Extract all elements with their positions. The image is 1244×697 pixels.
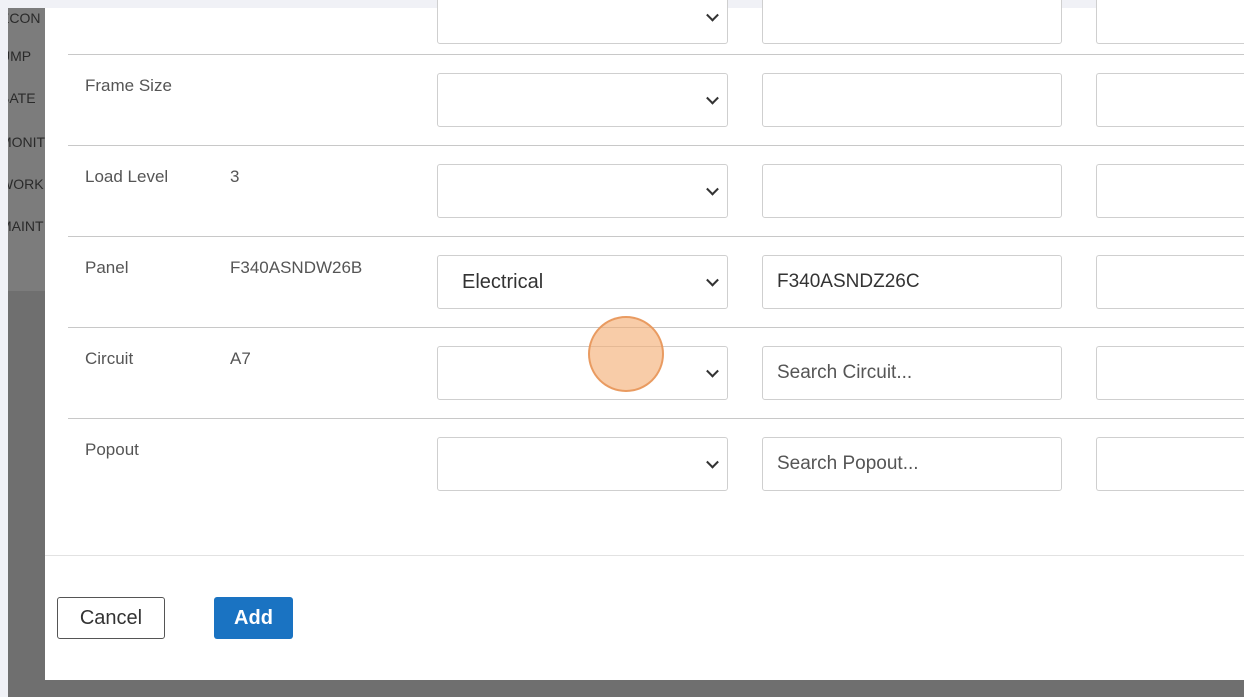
chevron-down-icon <box>706 364 719 378</box>
row-select[interactable] <box>437 0 728 44</box>
field-label-circuit: Circuit <box>85 349 134 368</box>
chevron-down-icon <box>706 8 719 22</box>
field-label-load-level: Load Level <box>85 167 169 186</box>
chevron-down-icon <box>706 273 719 287</box>
popout-extra-field[interactable] <box>1096 437 1244 491</box>
input-value: F340ASNDZ26C <box>777 271 920 292</box>
frame-size-extra-field[interactable] <box>1096 73 1244 127</box>
circuit-select[interactable] <box>437 346 728 400</box>
chevron-down-icon <box>706 91 719 105</box>
row-divider <box>68 145 1244 146</box>
frame-size-input[interactable] <box>762 73 1062 127</box>
field-label-popout: Popout <box>85 440 139 459</box>
row-divider <box>68 236 1244 237</box>
popout-select[interactable] <box>437 437 728 491</box>
load-level-extra-field[interactable] <box>1096 164 1244 218</box>
row-extra-field[interactable] <box>1096 0 1244 44</box>
circuit-extra-field[interactable] <box>1096 346 1244 400</box>
load-level-select[interactable] <box>437 164 728 218</box>
circuit-search-input[interactable]: Search Circuit... <box>762 346 1062 400</box>
row-divider <box>68 327 1244 328</box>
click-indicator <box>588 316 664 392</box>
input-placeholder: Search Circuit... <box>777 362 913 383</box>
field-label-panel: Panel <box>85 258 129 277</box>
add-button[interactable]: Add <box>214 597 293 639</box>
frame-size-select[interactable] <box>437 73 728 127</box>
field-value-panel: F340ASNDW26B <box>230 258 363 277</box>
popout-search-input[interactable]: Search Popout... <box>762 437 1062 491</box>
row-divider <box>68 418 1244 419</box>
panel-type-select[interactable]: Electrical <box>437 255 728 309</box>
cancel-button[interactable]: Cancel <box>57 597 165 639</box>
chevron-down-icon <box>706 455 719 469</box>
panel-input[interactable]: F340ASNDZ26C <box>762 255 1062 309</box>
field-value-load-level: 3 <box>230 167 240 186</box>
load-level-input[interactable] <box>762 164 1062 218</box>
field-label-frame-size: Frame Size <box>85 76 172 95</box>
footer-divider <box>45 555 1244 556</box>
row-input[interactable] <box>762 0 1062 44</box>
input-placeholder: Search Popout... <box>777 453 919 474</box>
row-divider <box>68 54 1244 55</box>
field-value-circuit: A7 <box>230 349 251 368</box>
select-value: Electrical <box>462 271 544 293</box>
chevron-down-icon <box>706 182 719 196</box>
panel-extra-field[interactable] <box>1096 255 1244 309</box>
